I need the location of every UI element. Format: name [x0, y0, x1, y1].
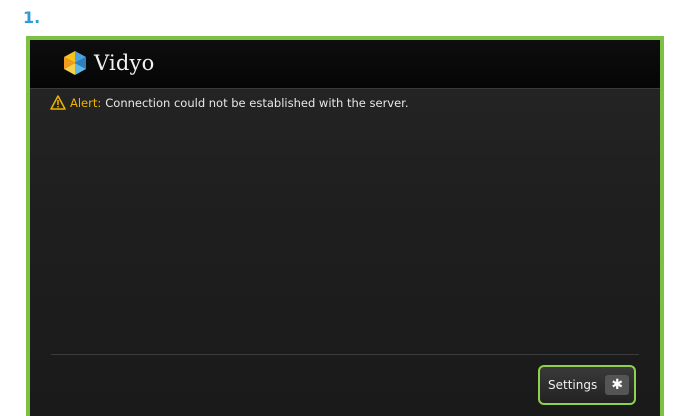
gear-icon: ✱: [605, 375, 630, 395]
vidyo-logo-icon: [64, 51, 86, 75]
footer-divider: [51, 354, 639, 355]
settings-label: Settings: [548, 378, 598, 392]
app-header: Vidyo: [30, 40, 660, 89]
alert-text: Connection could not be established with…: [105, 95, 409, 110]
vidyo-logo: Vidyo: [62, 50, 154, 76]
warning-icon: [50, 95, 66, 110]
device-frame: Vidyo Alert: Connection could not be est…: [26, 36, 664, 416]
app-screen: Vidyo Alert: Connection could not be est…: [30, 40, 660, 416]
settings-button[interactable]: Settings ✱: [538, 365, 636, 405]
alert-message: Alert: Connection could not be establish…: [50, 95, 409, 110]
app-name: Vidyo: [94, 51, 155, 75]
alert-label: Alert:: [70, 95, 102, 110]
step-number: 1.: [23, 8, 41, 27]
